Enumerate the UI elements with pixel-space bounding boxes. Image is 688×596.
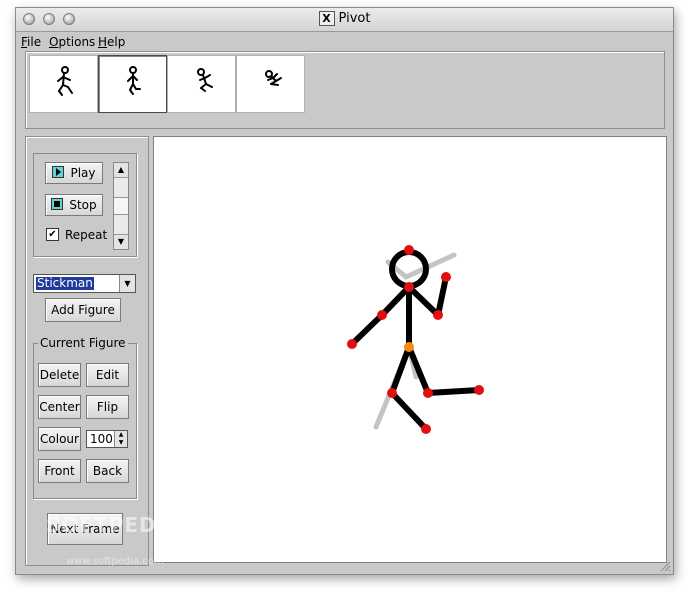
head-handle[interactable] [404, 245, 414, 255]
stop-icon [51, 198, 64, 210]
frame-thumbnail[interactable] [167, 55, 236, 113]
menu-bar: File Options Help [16, 32, 673, 50]
spinner-arrows-icon[interactable]: ▲ ▼ [114, 431, 127, 447]
hip-pivot-handle[interactable] [404, 342, 414, 352]
animation-canvas[interactable] [153, 136, 667, 563]
scroll-thumb[interactable] [114, 197, 128, 215]
right-foot-handle[interactable] [474, 385, 484, 395]
stop-button[interactable]: Stop [45, 194, 103, 216]
pivot-window: X Pivot File Options Help Play Stop ✔ Re… [15, 7, 674, 575]
stickman-body [349, 249, 482, 432]
edit-button[interactable]: Edit [86, 363, 129, 387]
left-hand-handle[interactable] [347, 339, 357, 349]
right-hand-handle[interactable] [441, 272, 451, 282]
menu-help[interactable]: Help [98, 35, 125, 49]
colour-button[interactable]: Colour [38, 427, 81, 451]
colour-spinner[interactable]: 100 ▲ ▼ [86, 430, 128, 448]
left-foot-handle[interactable] [421, 424, 431, 434]
menu-options[interactable]: Options [49, 35, 95, 49]
back-button[interactable]: Back [86, 459, 129, 483]
repeat-checkbox[interactable]: ✔ [46, 228, 59, 241]
controls-panel: Play Stop ✔ Repeat ▲ ▼ Stickman ▼ Add Fi… [25, 136, 149, 566]
figure-type-select[interactable]: Stickman ▼ [33, 274, 136, 293]
frame-thumbnail[interactable] [29, 55, 98, 113]
window-title: Pivot [338, 11, 371, 26]
scroll-up-icon[interactable]: ▲ [114, 163, 128, 178]
neck-handle[interactable] [404, 282, 414, 292]
stickman-thumbnail-icon [127, 66, 141, 95]
right-elbow-handle[interactable] [433, 310, 443, 320]
play-icon [52, 166, 65, 178]
frame-timeline [25, 51, 665, 129]
left-elbow-handle[interactable] [377, 310, 387, 320]
menu-file[interactable]: File [21, 35, 41, 49]
delete-button[interactable]: Delete [38, 363, 81, 387]
speed-scrollbar[interactable]: ▲ ▼ [113, 162, 129, 250]
flip-button[interactable]: Flip [86, 395, 129, 419]
center-button[interactable]: Center [38, 395, 81, 419]
chevron-down-icon[interactable]: ▼ [119, 275, 135, 292]
current-figure-group: Current Figure Delete Edit Center Flip C… [33, 336, 137, 499]
stickman-thumbnail-icon [265, 70, 282, 86]
stickman-figure[interactable] [154, 137, 666, 562]
scroll-down-icon[interactable]: ▼ [114, 234, 128, 249]
x11-logo-icon: X [318, 11, 335, 26]
stickman-thumbnail-icon [197, 68, 213, 92]
repeat-label: Repeat [65, 228, 108, 242]
current-figure-legend: Current Figure [38, 336, 128, 350]
resize-grip-icon[interactable] [659, 560, 671, 572]
right-knee-handle[interactable] [423, 388, 433, 398]
left-knee-handle[interactable] [387, 388, 397, 398]
front-button[interactable]: Front [38, 459, 81, 483]
title-bar[interactable]: X Pivot [16, 8, 673, 32]
play-button[interactable]: Play [45, 162, 103, 184]
add-figure-button[interactable]: Add Figure [45, 298, 121, 322]
softpedia-watermark-url: www.softpedia.com [66, 556, 164, 567]
playback-group: Play Stop ✔ Repeat ▲ ▼ [33, 153, 137, 257]
frame-thumbnail-selected[interactable] [98, 55, 167, 113]
softpedia-watermark: SOFTPEDIA [46, 513, 182, 537]
stickman-thumbnail-icon [57, 66, 73, 96]
frame-thumbnail[interactable] [236, 55, 305, 113]
